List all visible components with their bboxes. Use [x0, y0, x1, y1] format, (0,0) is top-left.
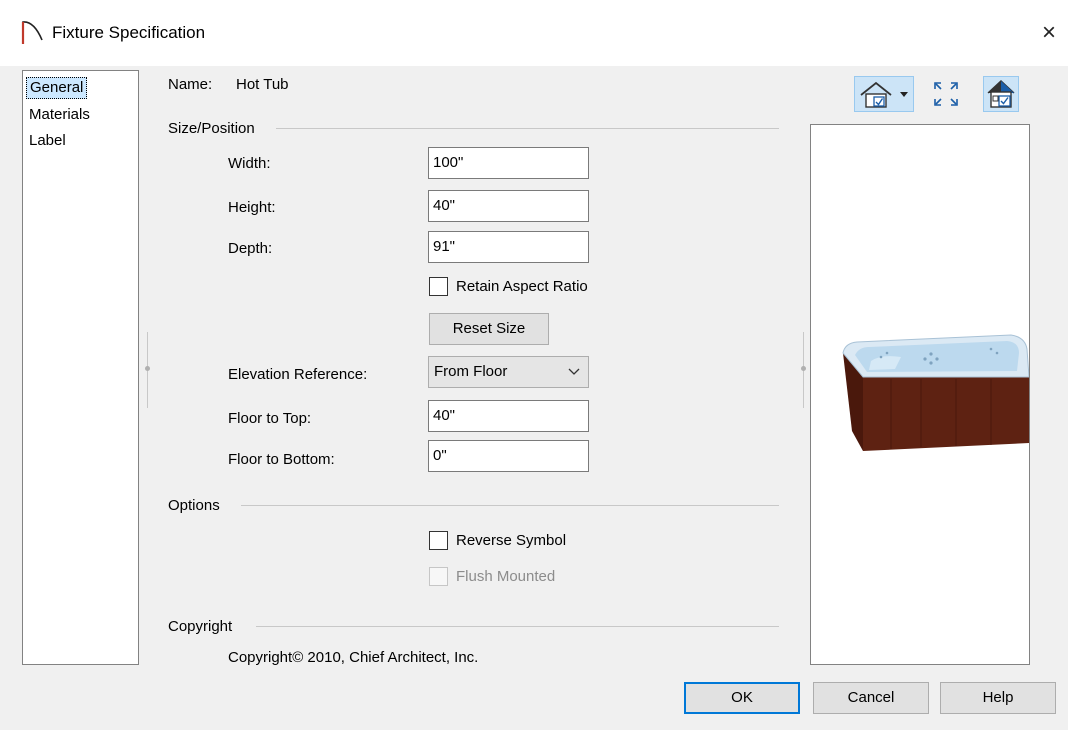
copyright-divider — [256, 626, 779, 627]
size-position-divider — [276, 128, 779, 129]
width-label: Width: — [228, 155, 271, 172]
close-button[interactable]: × — [1034, 16, 1064, 50]
floor-to-bottom-label: Floor to Bottom: — [228, 451, 335, 468]
right-splitter-grip — [801, 366, 806, 371]
category-list[interactable]: General Materials Label — [22, 70, 139, 665]
nav-item-label[interactable]: Label — [26, 131, 69, 153]
name-label: Name: — [168, 76, 213, 93]
elevation-reference-select[interactable]: From Floor — [428, 356, 589, 388]
preview-pane[interactable] — [810, 124, 1030, 665]
house-view-icon — [860, 81, 908, 108]
nav-item-materials[interactable]: Materials — [26, 105, 93, 127]
render-toggle-icon — [987, 80, 1015, 108]
reverse-symbol-label[interactable]: Reverse Symbol — [456, 532, 566, 549]
size-position-heading: Size/Position — [168, 120, 255, 137]
window-title: Fixture Specification — [52, 23, 206, 42]
flush-mounted-checkbox — [429, 567, 448, 586]
dropdown-arrow-icon — [900, 92, 908, 97]
options-heading: Options — [168, 497, 220, 514]
height-label: Height: — [228, 199, 276, 216]
hot-tub-preview — [842, 334, 1030, 451]
depth-field[interactable]: 91" — [428, 231, 589, 263]
chevron-down-icon — [568, 368, 580, 375]
depth-label: Depth: — [228, 240, 273, 257]
left-splitter-grip — [145, 366, 150, 371]
options-divider — [241, 505, 779, 506]
copyright-heading: Copyright — [168, 618, 233, 635]
floor-to-top-label: Floor to Top: — [228, 410, 312, 427]
fit-to-window-icon — [934, 82, 958, 106]
render-toggle-button[interactable] — [983, 76, 1019, 112]
reverse-symbol-checkbox[interactable] — [429, 531, 448, 550]
elevation-reference-value: From Floor — [434, 363, 508, 380]
fit-to-window-button[interactable] — [928, 76, 964, 112]
cancel-button[interactable]: Cancel — [813, 682, 929, 714]
floor-to-top-field[interactable]: 40" — [428, 400, 589, 432]
retain-aspect-label[interactable]: Retain Aspect Ratio — [456, 278, 588, 295]
camera-view-button[interactable] — [854, 76, 914, 112]
reset-size-button[interactable]: Reset Size — [429, 313, 549, 345]
tub-side-front — [863, 377, 1029, 451]
name-value: Hot Tub — [236, 76, 289, 93]
floor-to-bottom-field[interactable]: 0" — [428, 440, 589, 472]
height-field[interactable]: 40" — [428, 190, 589, 222]
width-field[interactable]: 100" — [428, 147, 589, 179]
retain-aspect-checkbox[interactable] — [429, 277, 448, 296]
elevation-reference-label: Elevation Reference: — [228, 366, 368, 383]
copyright-text: Copyright© 2010, Chief Architect, Inc. — [228, 649, 479, 666]
help-button[interactable]: Help — [940, 682, 1056, 714]
ok-button[interactable]: OK — [684, 682, 800, 714]
fixture-arc-icon — [21, 21, 43, 44]
flush-mounted-label: Flush Mounted — [456, 568, 556, 585]
nav-item-general[interactable]: General — [26, 77, 88, 99]
